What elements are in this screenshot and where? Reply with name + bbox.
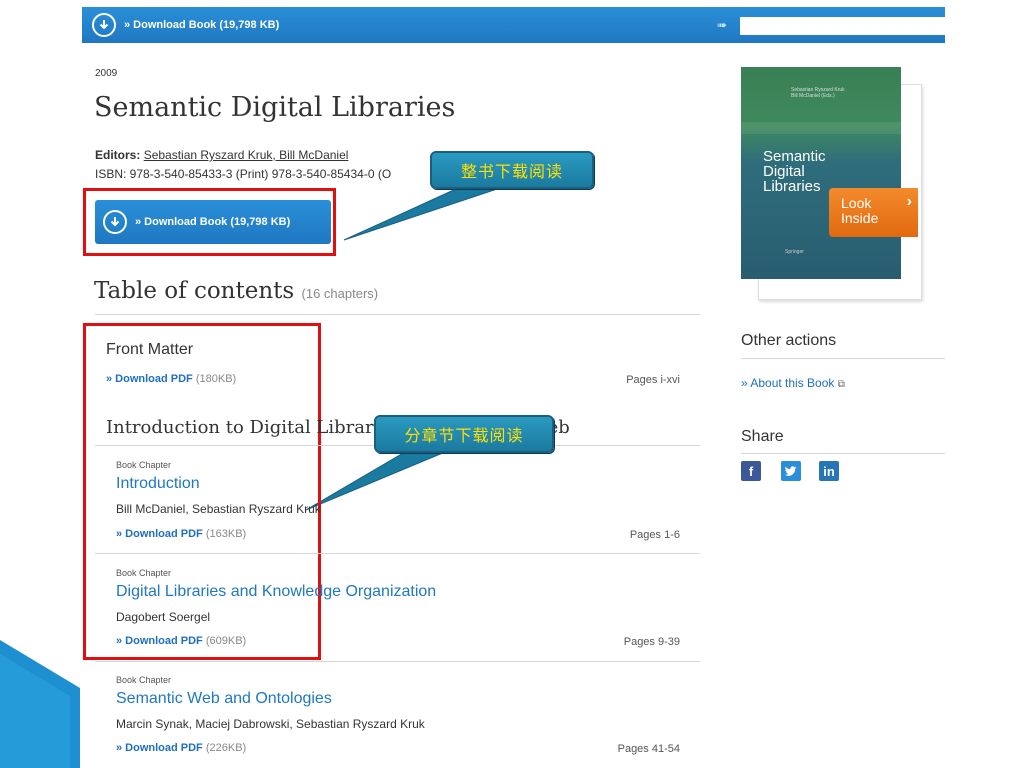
facebook-icon[interactable]: f xyxy=(741,461,761,481)
cover-title-line: Libraries xyxy=(763,178,821,195)
editors-names[interactable]: Sebastian Ryszard Kruk, Bill McDaniel xyxy=(144,148,349,162)
callout-by-chapter: 分章节下载阅读 xyxy=(374,415,554,453)
download-book-label: » Download Book (19,798 KB) xyxy=(135,216,291,228)
divider xyxy=(95,314,700,315)
toc-chapter-count: (16 chapters) xyxy=(301,286,379,301)
chapter-authors: Marcin Synak, Maciej Dabrowski, Sebastia… xyxy=(116,717,425,731)
download-pdf-label: » Download PDF xyxy=(116,742,203,754)
file-size: (180KB) xyxy=(195,373,237,385)
chapter-kind: Book Chapter xyxy=(116,568,172,578)
divider xyxy=(95,553,700,554)
chapter-title-link[interactable]: Semantic Web and Ontologies xyxy=(116,690,332,708)
top-download-label: » Download Book (19,798 KB) xyxy=(124,19,280,31)
cover-title-line: Semantic xyxy=(763,148,826,165)
chapter-title-link[interactable]: Digital Libraries and Knowledge Organiza… xyxy=(116,583,436,601)
chapter-kind: Book Chapter xyxy=(116,460,172,470)
divider xyxy=(741,358,945,359)
chapter-title-link[interactable]: Introduction xyxy=(116,475,200,493)
top-download-bar: » Download Book (19,798 KB) ➠ xyxy=(82,7,945,43)
about-this-book-link[interactable]: » About this Book ⧉ xyxy=(741,376,845,390)
chapter-download-link[interactable]: » Download PDF (163KB) xyxy=(116,528,246,540)
cover-authors: Sebastian Ryszard Kruk Bill McDaniel (Ed… xyxy=(791,87,845,99)
look-inside-label: Inside xyxy=(841,210,879,226)
toc-title: Table of contents xyxy=(94,278,295,304)
top-download-book-link[interactable]: » Download Book (19,798 KB) xyxy=(92,11,279,39)
other-actions-heading: Other actions xyxy=(741,332,837,349)
download-pdf-label: » Download PDF xyxy=(116,528,203,540)
twitter-icon[interactable] xyxy=(781,461,801,481)
page-range: Pages 9-39 xyxy=(623,636,680,648)
cover-title-line: Digital xyxy=(763,163,805,180)
publication-year: 2009 xyxy=(95,68,118,79)
chapter-authors: Bill McDaniel, Sebastian Ryszard Kruk xyxy=(116,502,321,516)
page-range: Pages 1-6 xyxy=(629,529,680,541)
divider xyxy=(95,661,700,662)
toc-heading: Table of contents (16 chapters) xyxy=(94,278,378,304)
cover-publisher: Springer xyxy=(785,249,804,255)
chapter-download-link[interactable]: » Download PDF (226KB) xyxy=(116,742,246,754)
chapter-download-link[interactable]: » Download PDF (609KB) xyxy=(116,635,246,647)
page-range: Pages i-xvi xyxy=(626,374,680,386)
file-size: (609KB) xyxy=(205,635,247,647)
book-cover-image[interactable]: Sebastian Ryszard Kruk Bill McDaniel (Ed… xyxy=(741,67,901,279)
isbn-line: ISBN: 978-3-540-85433-3 (Print) 978-3-54… xyxy=(95,167,392,181)
share-heading: Share xyxy=(741,428,784,445)
cover-title: Semantic Digital Libraries xyxy=(763,149,826,194)
book-title: Semantic Digital Libraries xyxy=(94,92,456,123)
callout-whole-book: 整书下载阅读 xyxy=(430,151,594,189)
search-input[interactable] xyxy=(740,17,945,35)
chevron-right-icon: › xyxy=(906,193,912,210)
cover-stripe xyxy=(741,122,901,134)
about-link-label: » About this Book xyxy=(741,376,835,390)
editors-line: Editors: Sebastian Ryszard Kruk, Bill Mc… xyxy=(95,148,348,162)
page-range: Pages 41-54 xyxy=(617,743,680,755)
front-matter-download-link[interactable]: » Download PDF (180KB) xyxy=(106,373,236,385)
download-pdf-label: » Download PDF xyxy=(116,635,203,647)
file-size: (226KB) xyxy=(205,742,247,754)
chapter-authors: Dagobert Soergel xyxy=(116,610,211,624)
linkedin-icon[interactable]: in xyxy=(819,461,839,481)
download-icon xyxy=(92,13,116,37)
cover-author-line: Bill McDaniel (Eds.) xyxy=(791,93,835,99)
external-link-icon: ⧉ xyxy=(837,379,845,390)
slide-decoration xyxy=(0,640,80,768)
file-size: (163KB) xyxy=(205,528,247,540)
download-icon xyxy=(103,210,127,234)
front-matter-title: Front Matter xyxy=(106,341,194,358)
part-title-text: Introduction to Digital Librar xyxy=(106,417,374,438)
download-book-button[interactable]: » Download Book (19,798 KB) xyxy=(95,200,331,244)
arrow-right-icon: ➠ xyxy=(717,18,728,32)
download-pdf-label: » Download PDF xyxy=(106,373,193,385)
look-inside-button[interactable]: Look Inside › xyxy=(829,188,918,237)
editors-label: Editors: xyxy=(95,148,141,162)
chapter-kind: Book Chapter xyxy=(116,675,172,685)
divider xyxy=(741,453,945,454)
